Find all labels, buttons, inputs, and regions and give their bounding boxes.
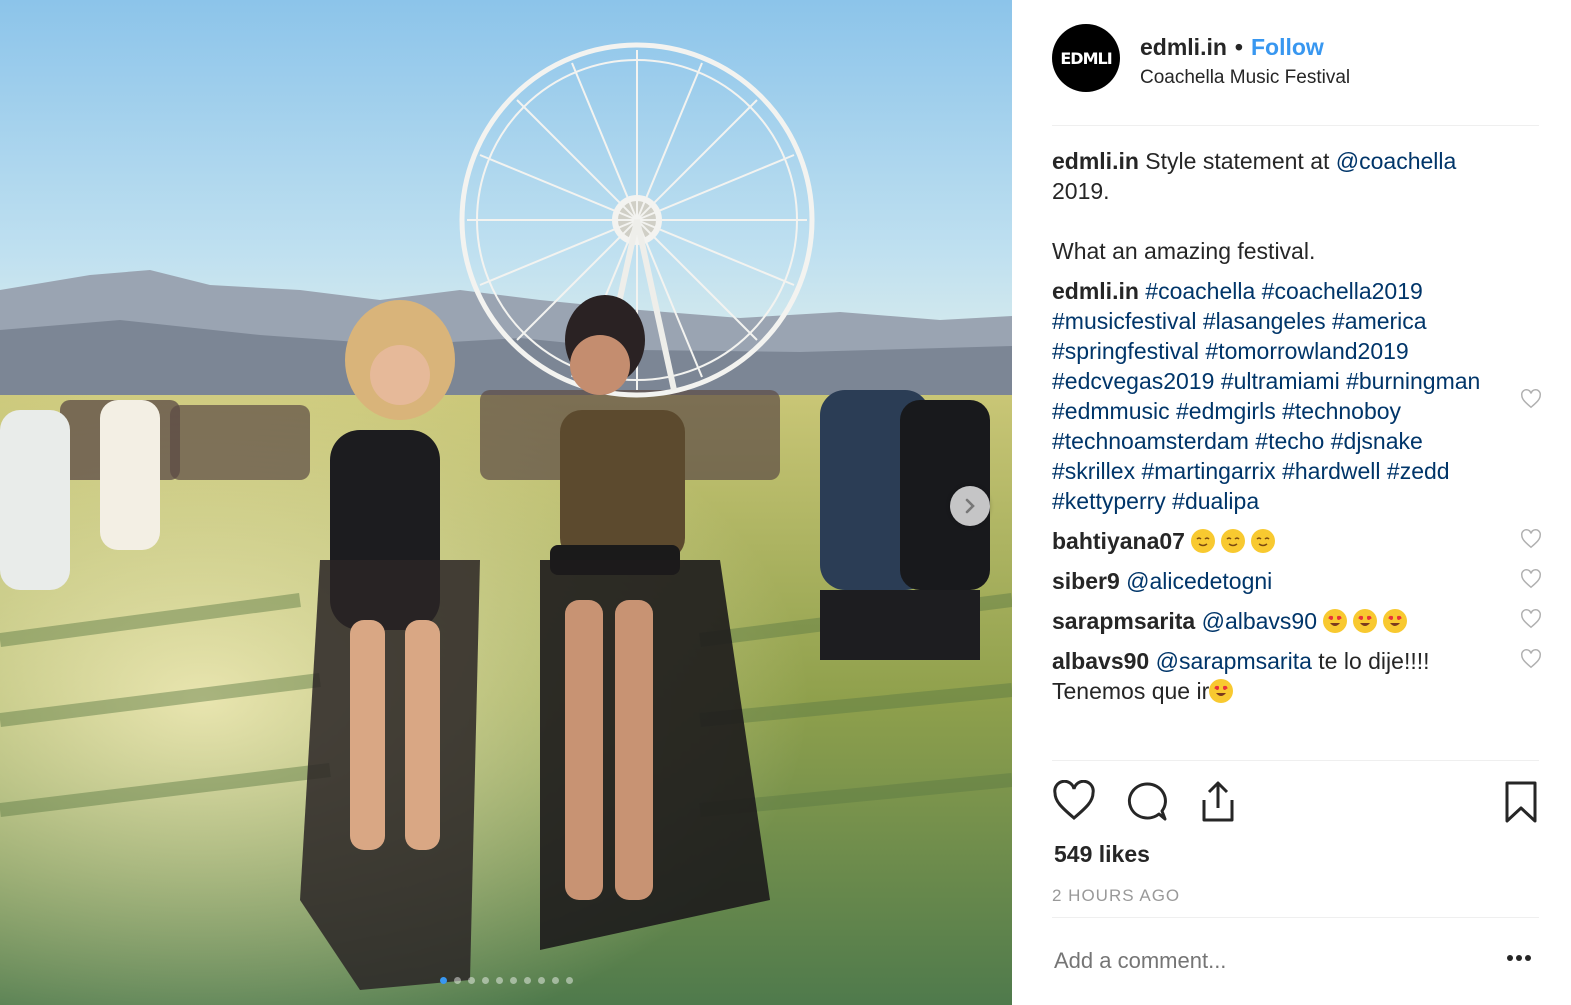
heart-eyes-emoji <box>1209 679 1234 703</box>
comment-author[interactable]: siber9 <box>1052 568 1120 594</box>
like-comment-icon[interactable] <box>1520 608 1542 630</box>
hashtag-link[interactable]: #kettyperry <box>1052 488 1166 514</box>
hashtag-link[interactable]: #zedd <box>1387 458 1450 484</box>
more-options-icon[interactable] <box>1506 954 1532 962</box>
carousel-indicator <box>0 977 1012 984</box>
hashtag-link[interactable]: #coachella <box>1145 278 1255 304</box>
caption-text: Style statement at <box>1145 148 1336 174</box>
carousel-dot <box>509 977 517 984</box>
comment-row: bahtiyana07 <box>1052 526 1542 556</box>
add-comment-input[interactable] <box>1054 948 1474 974</box>
hashtag-link[interactable]: #dualipa <box>1172 488 1259 514</box>
hashtag-link[interactable]: #hardwell <box>1282 458 1380 484</box>
caption-mention[interactable]: @coachella <box>1336 148 1457 174</box>
header-username[interactable]: edmli.in <box>1140 34 1227 61</box>
post-timestamp: 2 HOURS AGO <box>1052 886 1181 905</box>
comment-mention[interactable]: @albavs90 <box>1202 608 1317 634</box>
hashtag-link[interactable]: #america <box>1332 308 1427 334</box>
hashtag-link[interactable]: #edmgirls <box>1176 398 1276 424</box>
hashtag-link[interactable]: #djsnake <box>1331 428 1423 454</box>
location-link[interactable]: Coachella Music Festival <box>1140 67 1350 89</box>
chevron-right-icon <box>965 498 975 514</box>
hashtag-link[interactable]: #edmmusic <box>1052 398 1170 424</box>
comment-author[interactable]: albavs90 <box>1052 648 1149 674</box>
action-bar <box>1052 780 1542 826</box>
comment-row: siber9 @alicedetogni <box>1052 566 1542 596</box>
heart-eyes-emoji <box>1383 609 1408 633</box>
caption: edmli.in Style statement at @coachella 2… <box>1052 146 1542 266</box>
hashtag-link[interactable]: #burningman <box>1346 368 1480 394</box>
like-comment-icon[interactable] <box>1520 648 1542 670</box>
avatar[interactable]: EDMLI <box>1052 24 1120 92</box>
hashtag-link[interactable]: #edcvegas2019 <box>1052 368 1214 394</box>
like-comment-icon[interactable] <box>1520 568 1542 590</box>
comment-author[interactable]: sarapmsarita <box>1052 608 1195 634</box>
avatar-logo-text: EDMLI <box>1060 48 1112 68</box>
carousel-dot <box>467 977 475 984</box>
caption-line2: What an amazing festival. <box>1052 238 1316 264</box>
comment-row: sarapmsarita @albavs90 <box>1052 606 1542 636</box>
divider <box>1052 125 1539 126</box>
divider <box>1052 760 1539 761</box>
comments-list[interactable]: edmli.in Style statement at @coachella 2… <box>1052 146 1542 754</box>
comment-author[interactable]: edmli.in <box>1052 278 1139 304</box>
post-header: EDMLI edmli.in • Follow Coachella Music … <box>1052 24 1540 124</box>
heart-eyes-emoji <box>1323 609 1348 633</box>
heart-icon[interactable] <box>1052 780 1096 822</box>
hashtag-link[interactable]: #coachella2019 <box>1262 278 1423 304</box>
hashtag-link[interactable]: #springfestival <box>1052 338 1199 364</box>
relieved-face-emoji <box>1191 529 1216 553</box>
hashtag-link[interactable]: #technoamsterdam <box>1052 428 1249 454</box>
carousel-dot <box>481 977 489 984</box>
comment-icon[interactable] <box>1125 780 1169 822</box>
hashtag-link[interactable]: #tomorrowland2019 <box>1205 338 1408 364</box>
hashtag-link[interactable]: #techo <box>1255 428 1324 454</box>
carousel-dot <box>453 977 461 984</box>
carousel-dot <box>495 977 503 984</box>
hashtag-link[interactable]: #musicfestival <box>1052 308 1196 334</box>
comment-mention[interactable]: @alicedetogni <box>1126 568 1272 594</box>
divider <box>1052 917 1539 918</box>
caption-text-after: 2019. <box>1052 178 1110 204</box>
next-slide-button[interactable] <box>950 486 990 526</box>
hashtag-comment: edmli.in #coachella #coachella2019 #musi… <box>1052 276 1542 516</box>
carousel-dot <box>565 977 573 984</box>
like-comment-icon[interactable] <box>1520 528 1542 550</box>
comment-rows: bahtiyana07 siber9 @alicedetogni sarapms… <box>1052 526 1542 706</box>
hashtag-link[interactable]: #ultramiami <box>1221 368 1340 394</box>
hashtag-link[interactable]: #martingarrix <box>1141 458 1275 484</box>
hashtag-link[interactable]: #skrillex <box>1052 458 1135 484</box>
heart-eyes-emoji <box>1353 609 1378 633</box>
header-separator: • <box>1234 34 1243 60</box>
carousel-dot <box>551 977 559 984</box>
caption-author[interactable]: edmli.in <box>1052 148 1139 174</box>
hashtag-link[interactable]: #lasangeles <box>1203 308 1326 334</box>
festival-photo <box>0 0 1012 1005</box>
follow-button[interactable]: Follow <box>1251 34 1324 61</box>
comment-mention[interactable]: @sarapmsarita <box>1156 648 1312 674</box>
carousel-dot <box>523 977 531 984</box>
carousel-dot <box>537 977 545 984</box>
carousel-dot <box>439 977 447 984</box>
comment-row: albavs90 @sarapmsarita te lo dije!!!! Te… <box>1052 646 1542 706</box>
hashtag-link[interactable]: #technoboy <box>1282 398 1401 424</box>
share-icon[interactable] <box>1196 780 1240 824</box>
comment-author[interactable]: bahtiyana07 <box>1052 528 1185 554</box>
post-photo[interactable] <box>0 0 1012 1005</box>
like-comment-icon[interactable] <box>1520 388 1542 410</box>
relieved-face-emoji <box>1251 529 1276 553</box>
likes-count[interactable]: 549 likes <box>1054 841 1150 868</box>
hashtag-list: #coachella #coachella2019 #musicfestival… <box>1052 278 1480 514</box>
relieved-face-emoji <box>1221 529 1246 553</box>
bookmark-icon[interactable] <box>1502 780 1540 824</box>
post-side-panel: EDMLI edmli.in • Follow Coachella Music … <box>1012 0 1571 1005</box>
